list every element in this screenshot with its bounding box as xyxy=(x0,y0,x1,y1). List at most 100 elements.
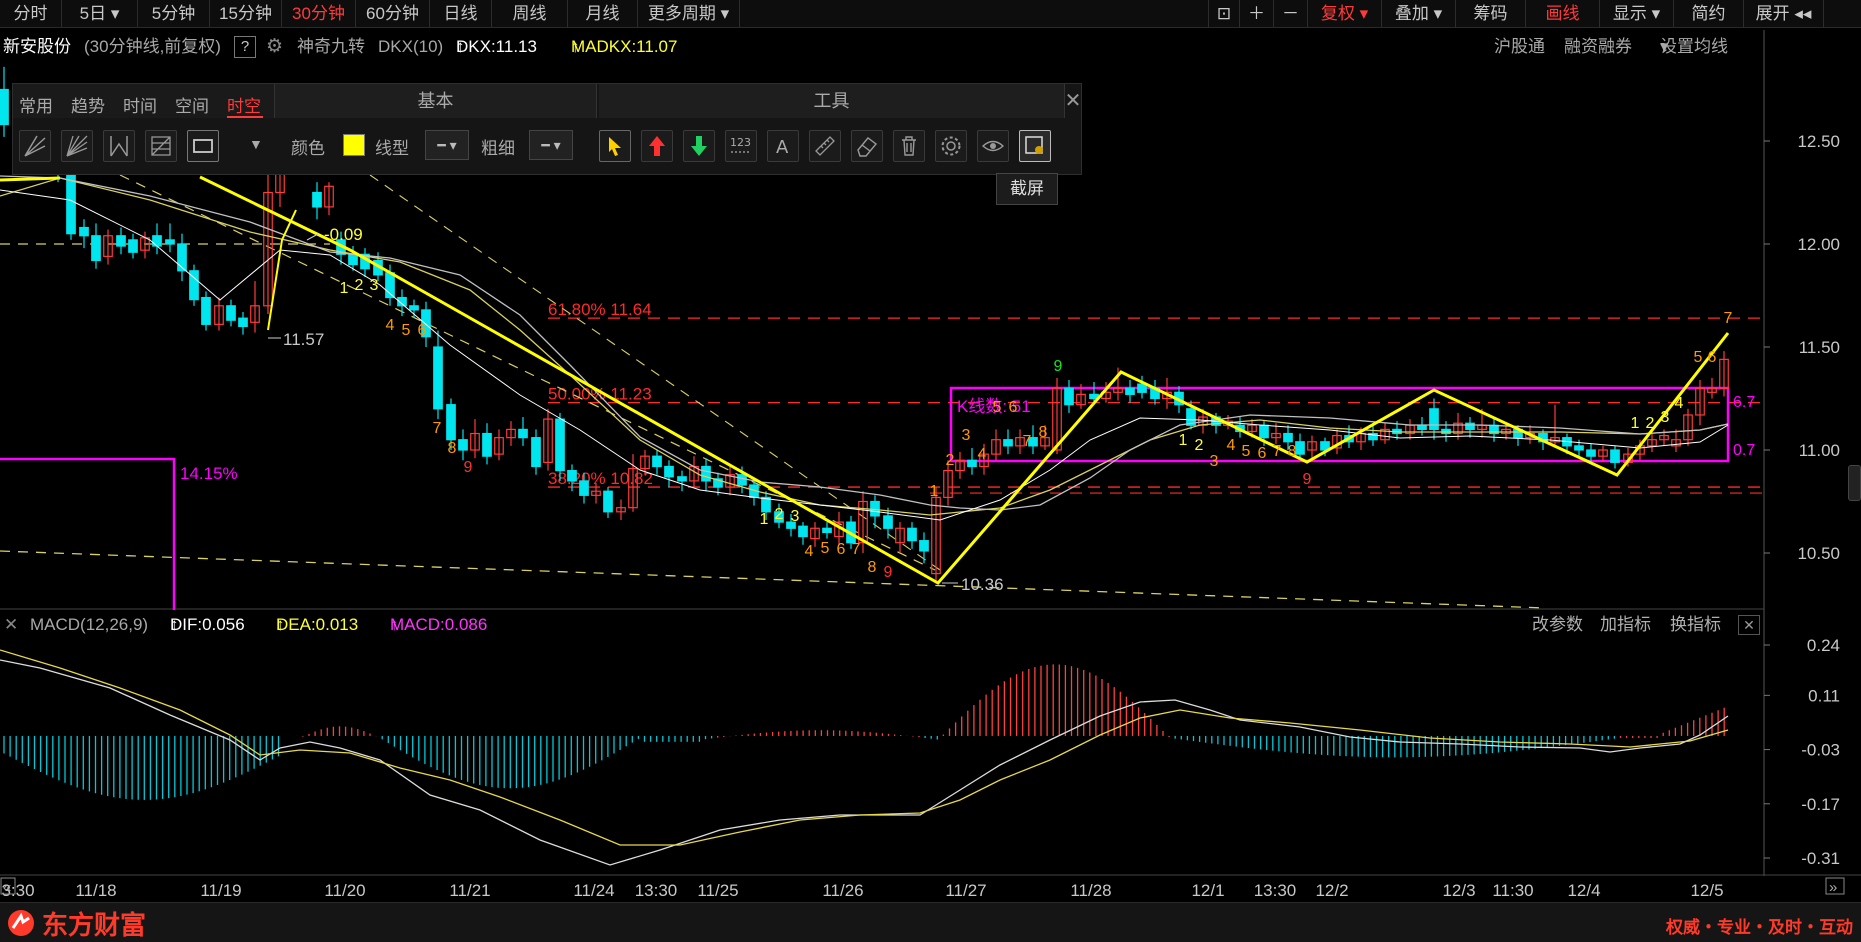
side-panel-toggle[interactable] xyxy=(1848,465,1861,501)
switch-indicator-button[interactable]: 换指标 xyxy=(1670,610,1721,640)
svg-text:123: 123 xyxy=(730,136,751,149)
edit-params-button[interactable]: 改参数 xyxy=(1532,610,1583,640)
line-type-select[interactable]: ━ ▾ xyxy=(425,130,469,160)
candle-down xyxy=(518,428,528,439)
nine-turn-count: 9 xyxy=(1303,471,1312,488)
tab-time[interactable]: 时间 xyxy=(123,92,157,117)
down-arrow-tool[interactable] xyxy=(683,130,715,162)
nine-turn-count: 6 xyxy=(1009,399,1018,416)
macd-histogram xyxy=(3,664,1725,800)
candle-down xyxy=(567,470,577,482)
candle-down xyxy=(664,465,674,478)
more-tools-dropdown-icon[interactable]: ▼ xyxy=(249,136,263,152)
macd-value: MACD:0.086 ↑ xyxy=(390,610,487,640)
x-tick-label: 12/5 xyxy=(1690,881,1723,900)
cursor-icon xyxy=(609,137,621,156)
nine-turn-count: 5 xyxy=(993,399,1002,416)
x-tick-label: 13:30 xyxy=(1254,881,1297,900)
macd-value-text: MACD:0.086 xyxy=(390,615,488,634)
color-swatch[interactable] xyxy=(343,134,365,156)
settings-tool[interactable] xyxy=(935,130,967,162)
nine-turn-count: 1 xyxy=(760,511,769,528)
tab-common[interactable]: 常用 xyxy=(19,92,53,117)
gann-box-tool[interactable] xyxy=(145,130,177,162)
drawing-tools-panel: 常用 趋势 时间 空间 时空 基本 工具 ✕ ▼ 颜色 线型 ━ ▾ 粗细 ━ … xyxy=(12,83,1082,175)
x-tick-label: 11/21 xyxy=(449,881,490,900)
candle-down xyxy=(1586,449,1596,457)
nine-turn-count: 3 xyxy=(962,427,971,444)
nine-turn-count: 6 xyxy=(418,322,427,339)
candle-down xyxy=(1465,422,1475,431)
peak-leader xyxy=(306,233,319,241)
gann-fan-tool[interactable] xyxy=(61,130,93,162)
candle-down xyxy=(555,418,565,472)
visibility-tool[interactable] xyxy=(977,130,1009,162)
tab-trend[interactable]: 趋势 xyxy=(71,92,105,117)
x-tick-label: 11/25 xyxy=(697,881,738,900)
candle-down xyxy=(907,527,917,542)
nine-turn-count: 7 xyxy=(1023,433,1032,450)
x-tick-label: 11/26 xyxy=(822,881,863,900)
ruler-tool[interactable] xyxy=(809,130,841,162)
fan-line-tool[interactable] xyxy=(19,130,51,162)
add-indicator-button[interactable]: 加指标 xyxy=(1600,610,1651,640)
cycle-line-icon xyxy=(110,136,128,157)
candle-down xyxy=(579,480,589,496)
nine-turn-count: 8 xyxy=(448,440,457,457)
active-tab-underline xyxy=(227,116,263,118)
nine-turn-count: 5 xyxy=(1242,443,1251,460)
candle-down xyxy=(1137,383,1147,393)
candle-down xyxy=(1259,424,1269,439)
box-right-lower-label: 0.7 xyxy=(1733,442,1755,459)
nine-turn-count: 4 xyxy=(1675,395,1684,412)
eraser-icon xyxy=(857,137,878,157)
price-label-low2: 10.36 xyxy=(961,575,1004,594)
x-tick-label: 12/2 xyxy=(1315,881,1348,900)
dif-line xyxy=(0,659,1729,866)
eraser-tool[interactable] xyxy=(851,130,883,162)
screenshot-icon xyxy=(1025,136,1043,154)
macd-close-icon[interactable]: ✕ xyxy=(4,610,18,640)
gear-icon xyxy=(941,136,961,156)
text-tool[interactable]: A xyxy=(767,130,799,162)
trash-tool[interactable] xyxy=(893,130,925,162)
nine-turn-count: 6 xyxy=(1258,445,1267,462)
x-tick-label: 11/19 xyxy=(200,881,241,900)
cursor-tool[interactable] xyxy=(599,130,631,162)
nine-turn-count: 2 xyxy=(775,506,784,523)
macd-y-tick-label: -0.17 xyxy=(1801,795,1840,814)
brand-logo-icon xyxy=(8,910,34,936)
x-tick-label: 11/24 xyxy=(573,881,614,900)
macd-panel-close-icon[interactable]: ✕ xyxy=(1738,615,1760,635)
candle-down xyxy=(433,346,443,410)
tab-space[interactable]: 空间 xyxy=(175,92,209,117)
number-tool[interactable]: 123 xyxy=(725,130,757,162)
close-icon[interactable]: ✕ xyxy=(1063,84,1083,118)
fib-level-label: 50.00% 11.23 xyxy=(548,385,652,404)
macd-title: MACD(12,26,9) xyxy=(30,615,149,634)
trash-icon xyxy=(902,136,916,156)
nine-turn-count: 4 xyxy=(805,543,814,560)
up-arrow-tool[interactable] xyxy=(641,130,673,162)
down-arrow-icon xyxy=(691,136,707,156)
rectangle-tool[interactable] xyxy=(187,130,219,162)
ma-line-yellow xyxy=(0,177,1729,516)
price-label-low1: 11.57 xyxy=(283,330,324,349)
nine-turn-count: 8 xyxy=(868,559,877,576)
candle-down xyxy=(0,88,9,126)
scroll-left-glyph: « xyxy=(3,879,11,896)
gann-fan-icon xyxy=(66,135,88,157)
brand-logo: 东方财富 xyxy=(6,909,146,940)
candle-down xyxy=(652,455,662,468)
candle-down xyxy=(165,239,175,245)
line-type-label: 线型 xyxy=(375,139,409,158)
candle-down xyxy=(1429,408,1439,430)
bottom-bar: 东方财富 权威・专业・及时・互动 xyxy=(0,902,1861,942)
thickness-select[interactable]: ━ ▾ xyxy=(529,130,573,160)
cycle-line-tool[interactable] xyxy=(103,130,135,162)
candle-down xyxy=(701,465,711,482)
tab-timespace[interactable]: 时空 xyxy=(227,92,261,117)
candle-down xyxy=(883,515,893,529)
screenshot-tool[interactable] xyxy=(1019,130,1051,162)
nine-turn-count: 3 xyxy=(370,277,379,294)
